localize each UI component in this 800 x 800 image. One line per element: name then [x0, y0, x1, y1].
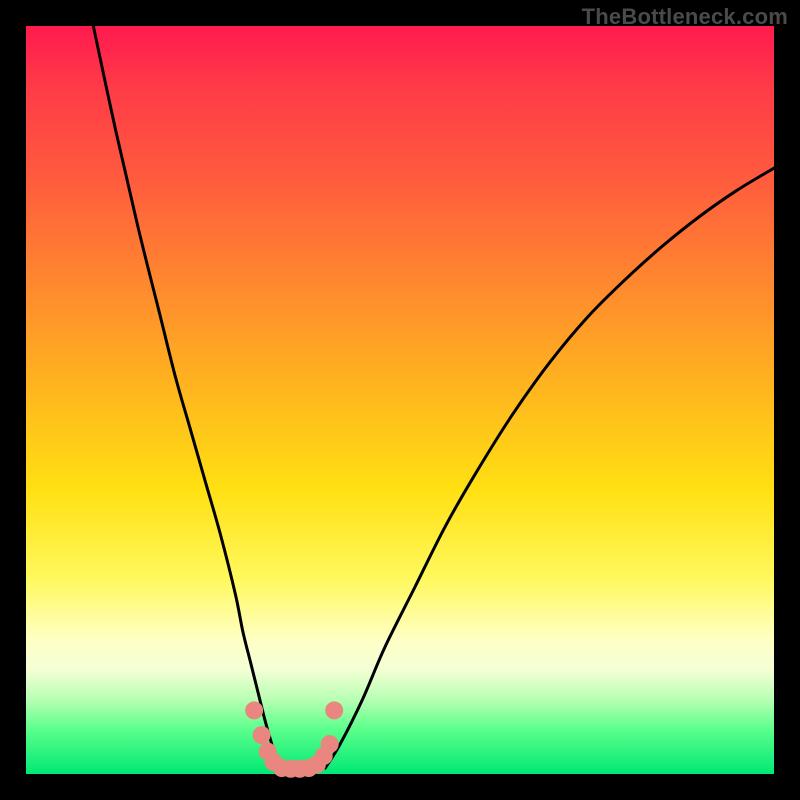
curve-left-branch-path — [93, 26, 279, 768]
bottom-markers — [245, 701, 343, 777]
curve-right-branch — [325, 168, 774, 768]
marker-dot — [253, 726, 271, 744]
marker-dot — [325, 701, 343, 719]
marker-dot — [321, 735, 339, 753]
curve-left-branch — [93, 26, 279, 768]
outer-frame: TheBottleneck.com — [0, 0, 800, 800]
curve-right-branch-path — [325, 168, 774, 768]
marker-dot — [245, 701, 263, 719]
plot-area — [26, 26, 774, 774]
watermark-text: TheBottleneck.com — [582, 4, 788, 30]
chart-svg — [26, 26, 774, 774]
